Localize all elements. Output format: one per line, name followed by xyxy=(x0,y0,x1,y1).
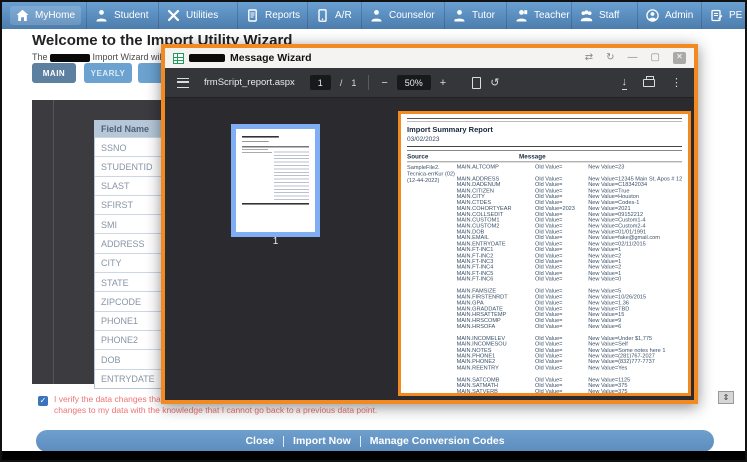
zoom-in-button[interactable]: + xyxy=(440,76,446,90)
zoom-level-input[interactable]: 50% xyxy=(396,75,431,90)
report-body: SampleFile2. Tecnica-errKur (02)(12-44-2… xyxy=(407,164,683,396)
source-column-header: Source xyxy=(407,153,429,161)
spreadsheet-icon xyxy=(173,52,184,64)
subtitle-prefix: The xyxy=(32,52,48,62)
maximize-icon[interactable]: ▢ xyxy=(651,53,660,63)
window-bottom-strip xyxy=(2,451,745,460)
tab-main[interactable]: MAIN xyxy=(32,63,76,83)
report-message-row: MAIN.SATVERB Old Value= New Value=375 xyxy=(456,388,683,395)
field-name: MAIN.SATWRITING xyxy=(457,395,535,396)
tools-icon xyxy=(167,9,180,22)
nav-label: Utilities xyxy=(186,10,219,21)
toolbar-right-group: ↓ ⋮ xyxy=(621,75,682,90)
footer-action-bar: Close Import Now Manage Conversion Codes xyxy=(36,430,714,452)
thumbnail-page-preview xyxy=(242,135,309,206)
close-button[interactable]: Close xyxy=(236,435,283,447)
page-subtitle: The Import Wizard will he xyxy=(32,52,176,62)
app-window: MyHome Student Utilities Reports A/R Cou… xyxy=(0,0,747,462)
modal-title: Message Wizard xyxy=(230,52,312,64)
nav-label: Counselor xyxy=(389,10,435,21)
field-name: MAIN.SATVERB xyxy=(456,388,498,395)
source-line: Tecnica-errKur (02)(12-44-2022) xyxy=(407,170,455,184)
nav-item-student[interactable]: Student xyxy=(87,2,159,29)
new-value: New Value=375 xyxy=(588,395,682,396)
rotate-icon[interactable]: ↺ xyxy=(490,76,499,90)
flip-icon[interactable]: ⇄ xyxy=(585,53,593,63)
report-title: Import Summary Report xyxy=(407,125,493,134)
report-message-list: MAIN.ALTCOMP Old Value= New Value=23 MAI… xyxy=(456,164,683,396)
tab-yearly[interactable]: YEARLY xyxy=(84,63,132,83)
nav-item-utilities[interactable]: Utilities xyxy=(159,2,238,29)
refresh-icon[interactable]: ↻ xyxy=(606,53,614,63)
nav-item-myhome[interactable]: MyHome xyxy=(2,2,87,29)
nav-item-admin[interactable]: Admin xyxy=(638,2,702,29)
person-icon xyxy=(96,10,107,22)
report-top-rule xyxy=(407,118,682,122)
message-column-header: Message xyxy=(519,153,546,161)
nav-item-counselor[interactable]: Counselor xyxy=(362,2,445,29)
old-value: Old Value= xyxy=(535,395,588,396)
page-divider: / xyxy=(339,77,343,88)
tablet-icon xyxy=(318,9,327,22)
person-circle-icon xyxy=(646,9,659,22)
report-icon xyxy=(248,9,257,22)
nav-label: A/R xyxy=(335,10,352,21)
nav-label: Staff xyxy=(599,10,620,21)
verify-checkbox[interactable]: ✓ xyxy=(38,396,48,406)
minimize-icon[interactable]: — xyxy=(628,53,638,63)
scrollbar-button[interactable]: ⇕ xyxy=(718,391,734,404)
window-controls: ⇄ ↻ — ▢ ✕ xyxy=(585,52,686,64)
print-icon[interactable] xyxy=(643,75,655,87)
preview-panel-divider xyxy=(53,100,54,384)
nav-item-staff[interactable]: Staff xyxy=(572,2,638,29)
nav-label: Student xyxy=(114,10,149,21)
nav-item-reports[interactable]: Reports xyxy=(238,2,308,29)
overflow-menu-icon[interactable]: ⋮ xyxy=(671,76,682,90)
old-value: Old Value= xyxy=(535,388,563,395)
menu-icon[interactable] xyxy=(177,77,189,88)
nav-item-ar[interactable]: A/R xyxy=(308,2,362,29)
person-icon xyxy=(371,10,382,22)
group-icon xyxy=(580,10,593,22)
report-column-headers: Source Message xyxy=(407,151,683,163)
nav-label: PE Por xyxy=(729,10,745,21)
redaction-block xyxy=(189,54,225,62)
clipboard-icon xyxy=(711,9,723,22)
new-value: New Value=375 xyxy=(588,388,628,395)
page-total: 1 xyxy=(351,77,357,88)
divider xyxy=(368,75,370,90)
manage-conversion-codes-button[interactable]: Manage Conversion Codes xyxy=(361,435,514,447)
nav-label: Teacher xyxy=(534,10,570,21)
report-source-cell: SampleFile2. Tecnica-errKur (02)(12-44-2… xyxy=(407,164,457,393)
thumbnail-page-number: 1 xyxy=(272,236,279,247)
nav-label: Reports xyxy=(265,10,301,21)
nav-label: MyHome xyxy=(35,10,76,21)
nav-item-tutor[interactable]: Tutor xyxy=(445,2,507,29)
nav-item-teacher[interactable]: Teacher xyxy=(507,2,572,29)
pdf-page-thumbnail[interactable] xyxy=(231,124,320,237)
pdf-toolbar: frmScript_report.aspx 1 / 1 − 50% + ↺ ↓ … xyxy=(165,68,694,98)
page-number-input[interactable]: 1 xyxy=(309,75,331,90)
import-now-button[interactable]: Import Now xyxy=(284,435,360,447)
fit-page-icon[interactable] xyxy=(472,76,482,89)
pdf-filename: frmScript_report.aspx xyxy=(204,77,295,88)
report-message-row: MAIN.SATWRITING Old Value= New Value=375 xyxy=(457,395,683,396)
verify-line2: changes to my data with the knowledge th… xyxy=(54,405,378,415)
nav-item-pe-portal[interactable]: PE Por xyxy=(702,2,745,29)
nav-label: Admin xyxy=(665,10,694,21)
home-icon xyxy=(16,9,29,21)
redaction-block xyxy=(50,53,91,62)
close-icon[interactable]: ✕ xyxy=(673,52,686,64)
pdf-content-area: 1 Import Summary Report 03/02/2023 Sourc… xyxy=(165,98,694,400)
report-date: 03/02/2023 xyxy=(407,136,440,143)
person-icon xyxy=(516,10,528,22)
import-summary-report-panel: Import Summary Report 03/02/2023 Source … xyxy=(398,111,691,396)
zoom-out-button[interactable]: − xyxy=(381,76,387,90)
download-icon[interactable]: ↓ xyxy=(621,75,627,90)
modal-titlebar[interactable]: Message Wizard ⇄ ↻ — ▢ ✕ xyxy=(165,48,694,68)
person-icon xyxy=(454,10,465,22)
top-navbar: MyHome Student Utilities Reports A/R Cou… xyxy=(2,2,745,29)
message-wizard-modal: Message Wizard ⇄ ↻ — ▢ ✕ frmScript_repor… xyxy=(161,44,698,404)
nav-label: Tutor xyxy=(472,10,495,21)
